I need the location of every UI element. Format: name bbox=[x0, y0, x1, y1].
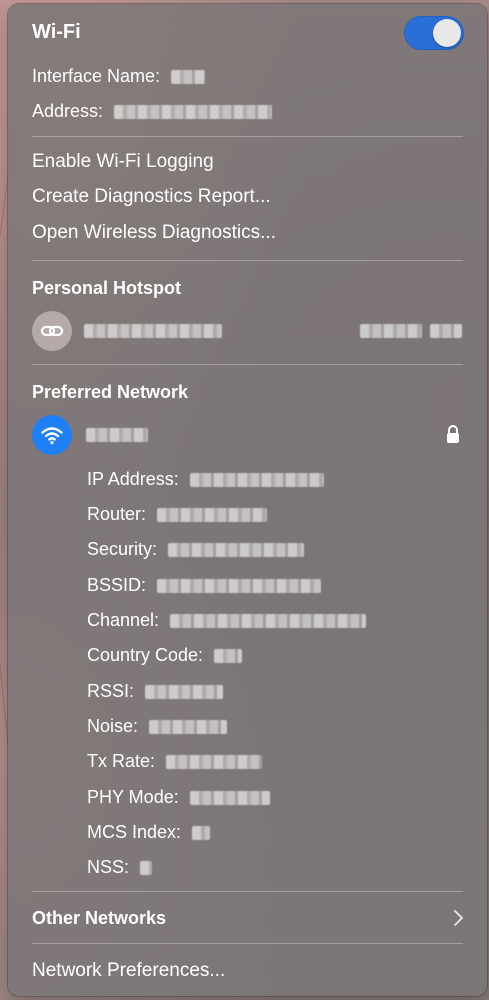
wifi-icon bbox=[32, 415, 72, 455]
separator bbox=[32, 364, 463, 365]
detail-value-redacted bbox=[157, 579, 322, 594]
detail-router: Router: bbox=[87, 502, 268, 526]
preferred-network-name-redacted bbox=[86, 428, 148, 442]
detail-label: Security: bbox=[87, 539, 158, 559]
detail-label: Noise: bbox=[87, 716, 139, 736]
separator bbox=[32, 136, 463, 137]
address-value-redacted bbox=[114, 105, 273, 120]
personal-hotspot-heading: Personal Hotspot bbox=[32, 278, 182, 298]
create-diagnostics-report-item[interactable]: Create Diagnostics Report... bbox=[32, 185, 271, 209]
detail-label: Tx Rate: bbox=[87, 751, 156, 771]
interface-name-label: Interface Name: bbox=[32, 66, 161, 86]
open-wireless-diagnostics-item[interactable]: Open Wireless Diagnostics... bbox=[32, 221, 276, 245]
detail-label: Channel: bbox=[87, 610, 160, 630]
detail-value-redacted bbox=[192, 826, 211, 841]
detail-phy-mode: PHY Mode: bbox=[87, 785, 270, 809]
separator bbox=[32, 260, 463, 261]
detail-security: Security: bbox=[87, 537, 305, 561]
detail-label: NSS: bbox=[87, 857, 130, 877]
detail-value-redacted bbox=[145, 685, 224, 700]
detail-ip-address: IP Address: bbox=[87, 467, 324, 491]
detail-value-redacted bbox=[140, 861, 153, 876]
detail-label: BSSID: bbox=[87, 575, 147, 595]
hotspot-battery-redacted bbox=[430, 324, 462, 338]
hotspot-device-item[interactable] bbox=[24, 306, 471, 356]
detail-label: RSSI: bbox=[87, 681, 135, 701]
detail-label: IP Address: bbox=[87, 469, 179, 489]
network-preferences-item[interactable]: Network Preferences... bbox=[32, 959, 225, 983]
wifi-toggle-knob bbox=[433, 19, 461, 47]
detail-value-redacted bbox=[166, 755, 263, 770]
detail-label: MCS Index: bbox=[87, 822, 182, 842]
detail-country-code: Country Code: bbox=[87, 643, 243, 667]
detail-label: PHY Mode: bbox=[87, 787, 179, 807]
detail-value-redacted bbox=[189, 791, 270, 806]
wifi-title: Wi-Fi bbox=[32, 21, 81, 43]
hotspot-status-redacted bbox=[360, 324, 422, 338]
detail-tx-rate: Tx Rate: bbox=[87, 749, 263, 773]
detail-nss: NSS: bbox=[87, 855, 153, 879]
wifi-menu: Wi-Fi Interface Name: Address: Enable Wi… bbox=[8, 4, 487, 996]
address-row: Address: bbox=[32, 99, 273, 123]
detail-channel: Channel: bbox=[87, 608, 367, 632]
other-networks-item[interactable]: Other Networks bbox=[8, 899, 487, 935]
address-label: Address: bbox=[32, 101, 104, 121]
detail-value-redacted bbox=[214, 649, 243, 664]
separator bbox=[32, 943, 463, 944]
detail-value-redacted bbox=[149, 720, 228, 735]
chevron-right-icon bbox=[452, 909, 464, 927]
detail-value-redacted bbox=[157, 508, 268, 523]
other-networks-label: Other Networks bbox=[32, 908, 167, 928]
hotspot-device-name-redacted bbox=[84, 324, 222, 338]
detail-label: Router: bbox=[87, 504, 147, 524]
interface-name-row: Interface Name: bbox=[32, 64, 206, 88]
detail-mcs-index: MCS Index: bbox=[87, 820, 211, 844]
interface-name-value-redacted bbox=[171, 70, 206, 85]
preferred-network-heading: Preferred Network bbox=[32, 382, 189, 402]
separator bbox=[32, 891, 463, 892]
detail-value-redacted bbox=[189, 473, 324, 488]
detail-rssi: RSSI: bbox=[87, 679, 224, 703]
link-icon bbox=[32, 311, 72, 351]
detail-value-redacted bbox=[170, 614, 367, 629]
detail-noise: Noise: bbox=[87, 714, 228, 738]
enable-wifi-logging-item[interactable]: Enable Wi-Fi Logging bbox=[32, 150, 214, 174]
lock-icon bbox=[445, 424, 461, 444]
wifi-toggle[interactable] bbox=[404, 16, 464, 50]
detail-bssid: BSSID: bbox=[87, 573, 322, 597]
detail-label: Country Code: bbox=[87, 645, 204, 665]
preferred-network-item[interactable] bbox=[24, 410, 471, 460]
detail-value-redacted bbox=[168, 543, 305, 558]
